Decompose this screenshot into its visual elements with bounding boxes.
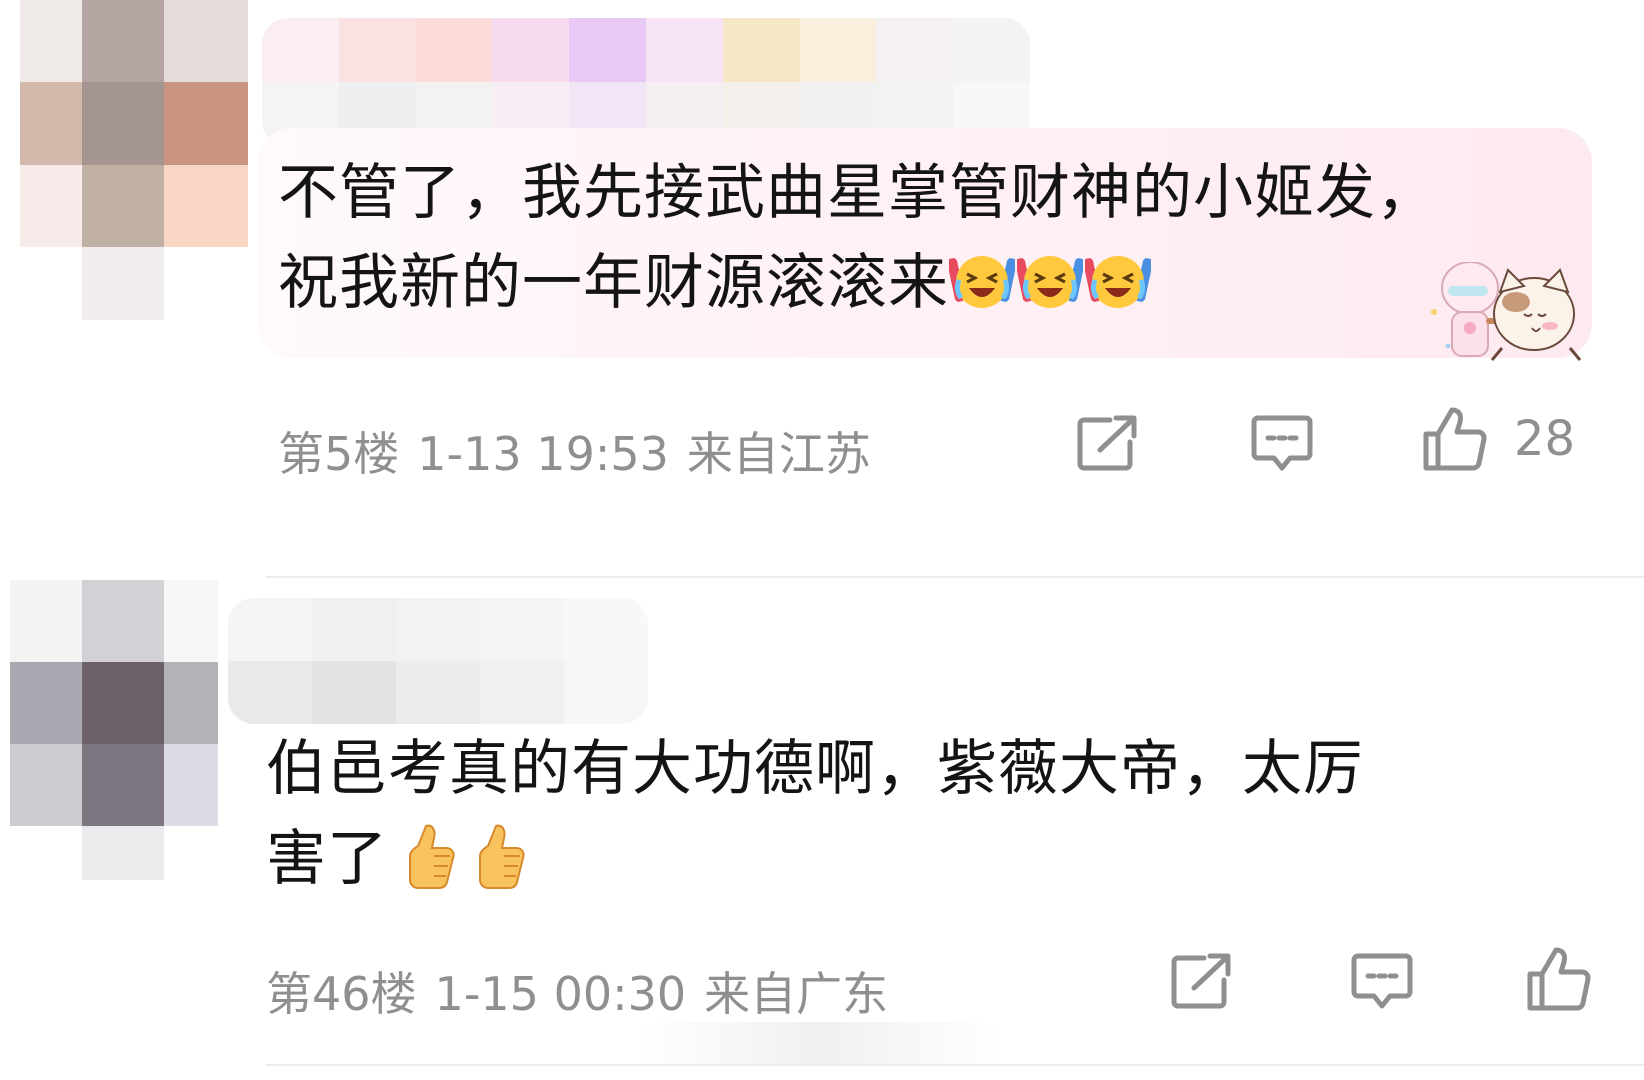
- laughing-crying-emoji-icon: [949, 256, 1015, 309]
- username-blurred[interactable]: [262, 18, 1030, 146]
- comment-text-line: 害了: [266, 814, 1606, 904]
- timestamp: 1-13 19:53: [417, 427, 669, 481]
- like-button[interactable]: 28: [1420, 404, 1575, 474]
- floor-number: 第46楼: [266, 967, 417, 1021]
- mosaic-tile: [164, 826, 218, 880]
- mosaic-tile: [415, 18, 493, 82]
- mosaic-tile: [20, 0, 82, 82]
- laughing-crying-emoji-icon: [1017, 256, 1083, 309]
- share-button[interactable]: [1076, 414, 1140, 472]
- thumbs-up-icon: [1423, 407, 1487, 471]
- location: 来自广东: [704, 967, 889, 1021]
- mosaic-tile: [564, 598, 648, 661]
- thumbs-up-emoji-icon: [479, 825, 525, 890]
- mosaic-tile: [82, 744, 164, 826]
- avatar[interactable]: [20, 0, 248, 320]
- mosaic-tile: [312, 661, 396, 724]
- mosaic-tile: [338, 18, 416, 82]
- mosaic-tile: [312, 598, 396, 661]
- like-button[interactable]: [1524, 944, 1618, 1014]
- share-icon: [1077, 415, 1137, 471]
- comment-text-segment: 害了: [266, 824, 388, 894]
- watermark-blur: [640, 1022, 1000, 1066]
- mosaic-tile: [228, 598, 312, 661]
- mosaic-tile: [953, 18, 1030, 82]
- mosaic-tile: [164, 0, 248, 82]
- mosaic-tile: [164, 744, 218, 826]
- mosaic-tile: [876, 18, 954, 82]
- mosaic-tile: [20, 82, 82, 165]
- thumbs-up-icon: [1527, 947, 1591, 1011]
- timestamp: 1-15 00:30: [434, 967, 687, 1021]
- mosaic-tile: [722, 18, 800, 82]
- mosaic-tile: [262, 18, 339, 82]
- mosaic-tile: [82, 662, 164, 744]
- mosaic-tile: [396, 661, 480, 724]
- mosaic-tile: [82, 0, 164, 82]
- comment-text-line: 祝我新的一年财源滚滚来: [278, 238, 1578, 328]
- mosaic-tile: [10, 662, 82, 744]
- mosaic-tile: [164, 662, 218, 744]
- mosaic-tile: [82, 82, 164, 165]
- mosaic-tile: [228, 661, 312, 724]
- comment-icon: [1351, 953, 1413, 1009]
- like-count: 28: [1514, 411, 1576, 467]
- mosaic-tile: [10, 744, 82, 826]
- mosaic-tile: [164, 82, 248, 165]
- mosaic-tile: [799, 18, 877, 82]
- thumbs-up-emoji-icon: [409, 825, 455, 890]
- location: 来自江苏: [686, 427, 871, 481]
- username-blurred[interactable]: [228, 598, 648, 724]
- comment-text: 伯邑考真的有大功德啊，紫薇大帝，太厉 害了: [266, 724, 1606, 904]
- mosaic-tile: [82, 826, 164, 880]
- comment-icon: [1251, 415, 1313, 471]
- comment-button[interactable]: [1350, 952, 1414, 1012]
- mosaic-tile: [20, 247, 82, 320]
- comment-text-line: 不管了，我先接武曲星掌管财神的小姬发，: [278, 158, 1437, 228]
- mosaic-tile: [10, 580, 82, 662]
- mosaic-tile: [646, 18, 723, 82]
- share-button[interactable]: [1170, 952, 1234, 1010]
- comment-text-segment: 祝我新的一年财源滚滚来: [278, 248, 949, 318]
- avatar[interactable]: [10, 580, 218, 880]
- mosaic-tile: [480, 598, 564, 661]
- comment-text: 不管了，我先接武曲星掌管财神的小姬发， 祝我新的一年财源滚滚来: [278, 148, 1578, 328]
- mosaic-tile: [564, 661, 648, 724]
- mosaic-tile: [164, 580, 218, 662]
- comment-divider: [266, 1064, 1644, 1066]
- comment-meta: 第46楼 1-15 00:30 来自广东: [266, 958, 906, 1024]
- mosaic-tile: [569, 18, 646, 82]
- comment-text-line: 伯邑考真的有大功德啊，紫薇大帝，太厉: [266, 734, 1364, 804]
- mosaic-tile: [492, 18, 570, 82]
- mosaic-tile: [82, 165, 164, 247]
- comment-button[interactable]: [1250, 414, 1314, 474]
- mosaic-tile: [480, 661, 564, 724]
- mosaic-tile: [164, 165, 248, 247]
- share-icon: [1171, 953, 1231, 1009]
- mosaic-tile: [10, 826, 82, 880]
- mosaic-tile: [164, 247, 248, 320]
- floor-number: 第5楼: [278, 427, 400, 481]
- mosaic-tile: [82, 580, 164, 662]
- mosaic-tile: [82, 247, 164, 320]
- comment-divider: [266, 576, 1644, 578]
- mosaic-tile: [396, 598, 480, 661]
- mosaic-tile: [20, 165, 82, 247]
- laughing-crying-emoji-icon: [1085, 256, 1151, 309]
- comment-meta: 第5楼 1-13 19:53 来自江苏: [278, 418, 889, 484]
